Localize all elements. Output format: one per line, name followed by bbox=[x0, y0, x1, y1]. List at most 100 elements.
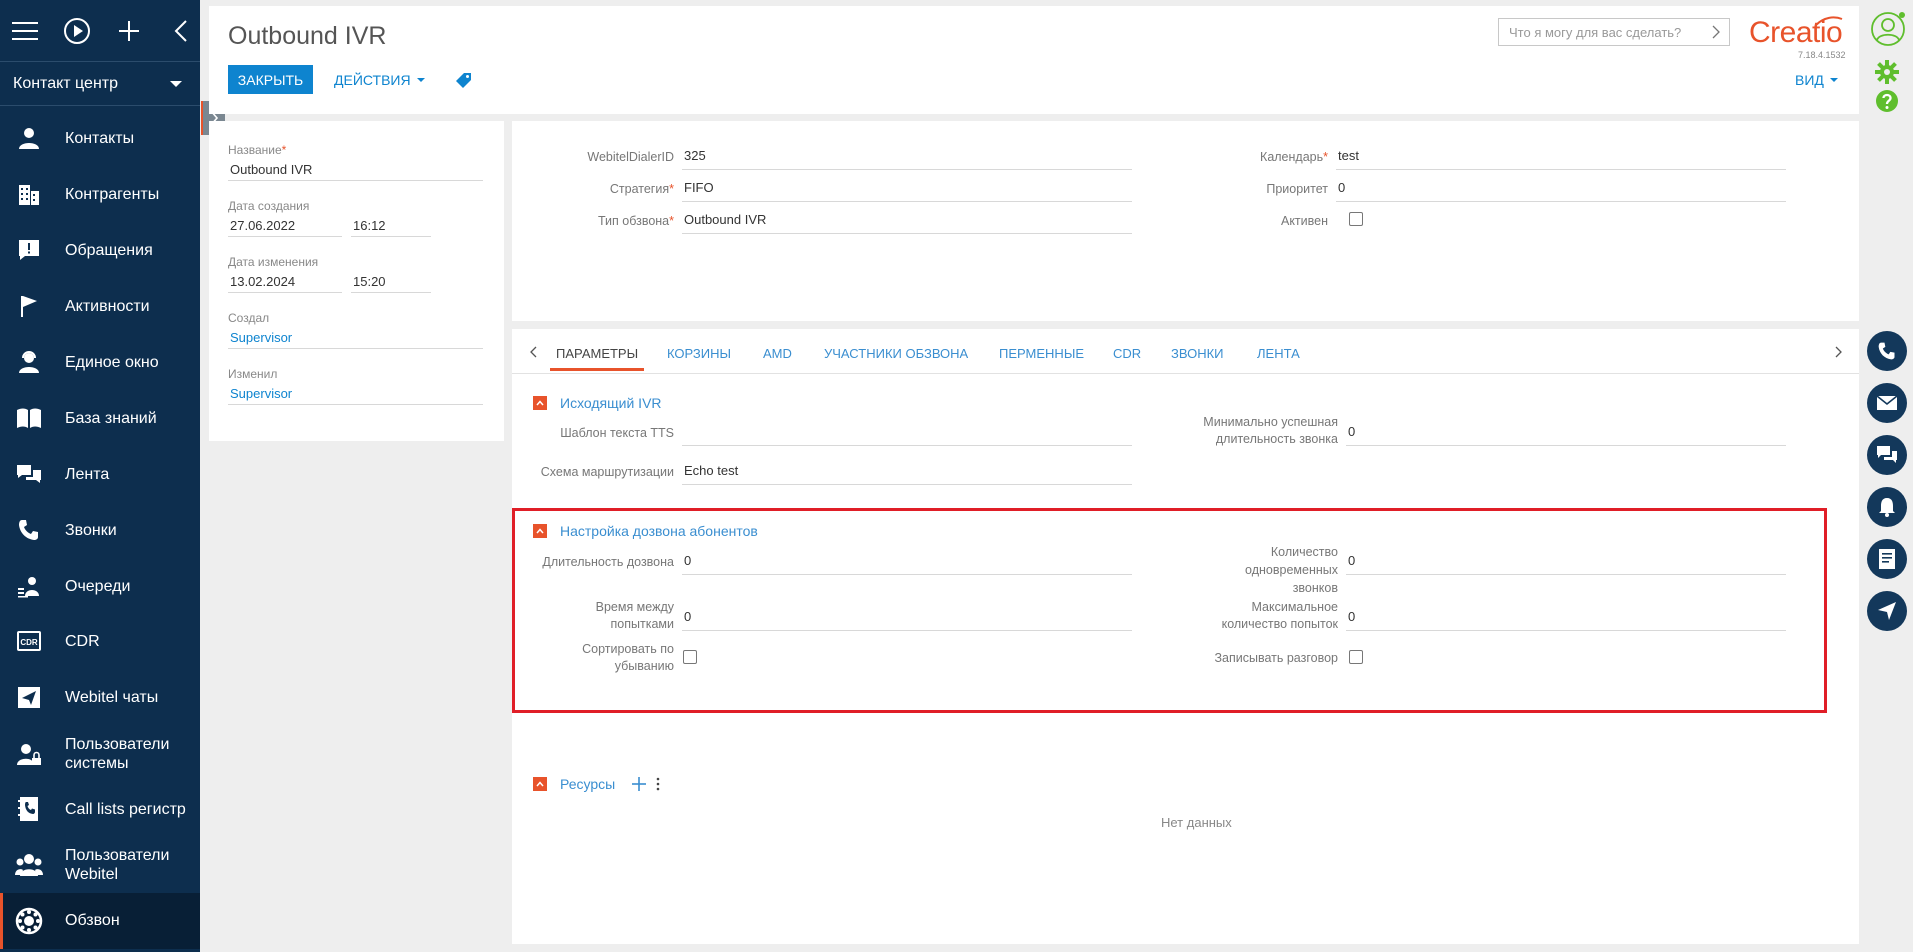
sidebar-item-label: Контрагенты bbox=[65, 185, 160, 203]
tab-feed[interactable]: ЛЕНТА bbox=[1257, 346, 1300, 361]
sidebar-item-webitel-users[interactable]: Пользователи Webitel bbox=[0, 844, 200, 886]
name-input[interactable]: Outbound IVR bbox=[228, 159, 483, 181]
webitel-chat-panel-button[interactable] bbox=[1867, 591, 1907, 631]
dial-duration-input[interactable]: 0 bbox=[682, 551, 1132, 575]
notifications-panel-button[interactable] bbox=[1867, 487, 1907, 527]
sidebar-item-label: Лента bbox=[65, 465, 110, 483]
min-duration-input[interactable]: 0 bbox=[1346, 422, 1786, 446]
sidebar-toolbar bbox=[0, 0, 200, 62]
chat-panel-button[interactable] bbox=[1867, 435, 1907, 475]
concurrent-calls-label-line2: одновременных bbox=[1245, 563, 1338, 577]
case-icon bbox=[14, 235, 44, 265]
view-button[interactable]: ВИД bbox=[1795, 68, 1838, 92]
sidebar-item-cdr[interactable]: CDR CDR bbox=[0, 625, 200, 657]
sidebar-item-dialer[interactable]: Обзвон bbox=[0, 893, 200, 949]
menu-icon[interactable] bbox=[10, 16, 40, 46]
chevron-right-icon bbox=[1712, 25, 1720, 39]
sidebar-item-call-lists[interactable]: Call lists регистр bbox=[0, 793, 200, 825]
send-icon bbox=[1878, 602, 1896, 620]
sidebar-item-calls[interactable]: Звонки bbox=[0, 514, 200, 546]
calendar-field: Календарь* test bbox=[1260, 146, 1786, 170]
created-time-value: 16:12 bbox=[351, 215, 431, 237]
tabs-scroll-right-icon[interactable] bbox=[1829, 343, 1847, 361]
ivr-section-header: Исходящий IVR bbox=[533, 395, 662, 411]
tab-parameters[interactable]: ПАРАМЕТРЫ bbox=[549, 346, 645, 371]
actions-label: ДЕЙСТВИЯ bbox=[334, 72, 411, 88]
tab-bar: ПАРАМЕТРЫ КОРЗИНЫ AMD УЧАСТНИКИ ОБЗВОНА … bbox=[512, 329, 1859, 374]
max-attempts-input[interactable]: 0 bbox=[1346, 607, 1786, 631]
sort-desc-label-line2: убыванию bbox=[614, 659, 674, 673]
user-icon bbox=[14, 123, 44, 153]
tab-baskets[interactable]: КОРЗИНЫ bbox=[667, 346, 731, 361]
tts-template-label: Шаблон текста TTS bbox=[560, 426, 674, 440]
max-attempts-label-line1: Максимальное bbox=[1251, 600, 1338, 614]
sidebar-item-activities[interactable]: Активности bbox=[0, 290, 200, 322]
close-button[interactable]: ЗАКРЫТЬ bbox=[228, 65, 313, 94]
sidebar-item-label: CDR bbox=[65, 632, 100, 650]
active-checkbox[interactable] bbox=[1349, 212, 1363, 226]
more-options-icon[interactable] bbox=[656, 777, 660, 791]
tab-cdr[interactable]: CDR bbox=[1113, 346, 1141, 361]
modified-date-value: 13.02.2024 bbox=[228, 271, 342, 293]
sidebar-item-feed[interactable]: Лента bbox=[0, 458, 200, 490]
tab-calls[interactable]: ЗВОНКИ bbox=[1171, 346, 1224, 361]
workspace-selector[interactable]: Контакт центр bbox=[0, 62, 200, 106]
gear-icon[interactable] bbox=[1875, 60, 1899, 84]
tag-icon[interactable] bbox=[452, 68, 476, 92]
sidebar-item-contacts[interactable]: Контакты bbox=[0, 122, 200, 154]
sidebar-item-knowledge-base[interactable]: База знаний bbox=[0, 402, 200, 434]
resources-section-header: Ресурсы bbox=[533, 776, 660, 792]
modified-by-label: Изменил bbox=[228, 367, 278, 381]
priority-input[interactable]: 0 bbox=[1336, 178, 1786, 202]
created-by-link[interactable]: Supervisor bbox=[228, 327, 483, 349]
tab-participants[interactable]: УЧАСТНИКИ ОБЗВОНА bbox=[824, 346, 968, 361]
envelope-icon bbox=[1876, 395, 1898, 410]
calendar-input[interactable]: test bbox=[1336, 146, 1786, 170]
dial-duration-label: Длительность дозвона bbox=[542, 555, 674, 569]
sort-desc-checkbox[interactable] bbox=[683, 650, 697, 664]
dial-section-title[interactable]: Настройка дозвона абонентов bbox=[560, 523, 758, 539]
command-search-input[interactable]: Что я могу для вас сделать? bbox=[1498, 18, 1730, 46]
dialer-id-input[interactable]: 325 bbox=[682, 146, 1132, 170]
min-duration-label-line2: длительность звонка bbox=[1215, 432, 1338, 446]
routing-schema-input[interactable]: Echo test bbox=[682, 461, 1132, 485]
concurrent-calls-input[interactable]: 0 bbox=[1346, 551, 1786, 575]
tabs-card: ПАРАМЕТРЫ КОРЗИНЫ AMD УЧАСТНИКИ ОБЗВОНА … bbox=[512, 329, 1859, 944]
tts-template-input[interactable] bbox=[682, 422, 1132, 446]
dialer-type-input[interactable]: Outbound IVR bbox=[682, 210, 1132, 234]
collapse-icon[interactable] bbox=[533, 777, 547, 791]
sidebar-item-accounts[interactable]: Контрагенты bbox=[0, 178, 200, 210]
collapse-icon[interactable] bbox=[533, 396, 547, 410]
feed-panel-button[interactable] bbox=[1867, 539, 1907, 579]
tab-variables[interactable]: ПЕРМЕННЫЕ bbox=[999, 346, 1084, 361]
sidebar-item-webitel-chats[interactable]: Webitel чаты bbox=[0, 681, 200, 713]
tab-amd[interactable]: AMD bbox=[763, 346, 792, 361]
created-field: Дата создания bbox=[228, 199, 483, 215]
bell-icon bbox=[1879, 498, 1895, 517]
call-panel-button[interactable] bbox=[1867, 331, 1907, 371]
sidebar-item-queues[interactable]: Очереди bbox=[0, 570, 200, 602]
feed-icon bbox=[14, 459, 44, 489]
collapse-icon[interactable] bbox=[533, 524, 547, 538]
sidebar-item-label: База знаний bbox=[65, 409, 157, 427]
retry-interval-label-line2: попытками bbox=[610, 617, 674, 631]
sidebar-item-single-window[interactable]: Единое окно bbox=[0, 346, 200, 378]
play-icon[interactable] bbox=[62, 16, 92, 46]
retry-interval-input[interactable]: 0 bbox=[682, 607, 1132, 631]
add-resource-icon[interactable] bbox=[632, 777, 647, 791]
sidebar-item-cases[interactable]: Обращения bbox=[0, 234, 200, 266]
record-call-checkbox[interactable] bbox=[1349, 650, 1363, 664]
actions-button[interactable]: ДЕЙСТВИЯ bbox=[334, 68, 425, 92]
ivr-section-title[interactable]: Исходящий IVR bbox=[560, 395, 662, 411]
resources-section-title[interactable]: Ресурсы bbox=[560, 776, 615, 792]
plus-icon[interactable] bbox=[114, 16, 144, 46]
help-icon[interactable] bbox=[1875, 89, 1899, 113]
profile-avatar-icon[interactable] bbox=[1870, 11, 1906, 47]
email-panel-button[interactable] bbox=[1867, 383, 1907, 423]
strategy-input[interactable]: FIFO bbox=[682, 178, 1132, 202]
chevron-left-icon[interactable] bbox=[166, 16, 196, 46]
tabs-scroll-left-icon[interactable] bbox=[525, 343, 543, 361]
concurrent-calls-label-line3: звонков bbox=[1292, 581, 1338, 595]
modified-by-link[interactable]: Supervisor bbox=[228, 383, 483, 405]
sidebar-item-system-users[interactable]: Пользователи системы bbox=[0, 733, 200, 775]
